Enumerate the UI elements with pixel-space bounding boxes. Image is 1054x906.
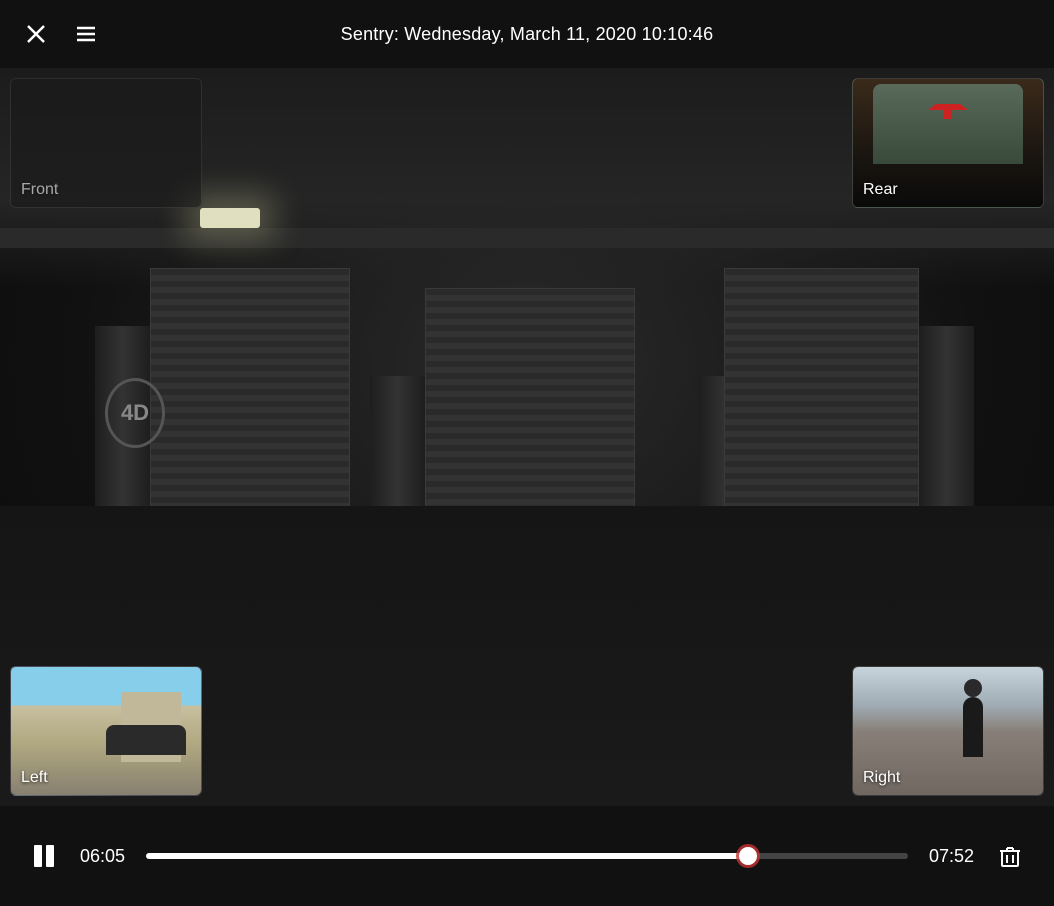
menu-button[interactable] — [70, 18, 102, 50]
ceiling-bar — [0, 228, 1054, 248]
top-bar: Sentry: Wednesday, March 11, 2020 10:10:… — [0, 0, 1054, 68]
right-camera-thumbnail[interactable]: Right — [852, 666, 1044, 796]
left-camera-label: Left — [21, 769, 48, 787]
left-camera-thumbnail[interactable]: Left — [10, 666, 202, 796]
section-marker: 4D — [105, 378, 165, 448]
control-bar: 06:05 07:52 — [0, 806, 1054, 906]
scrubber-thumb[interactable] — [739, 847, 757, 865]
total-time: 07:52 — [924, 846, 974, 867]
play-pause-button[interactable] — [24, 836, 64, 876]
light-fixture — [200, 208, 260, 228]
video-title: Sentry: Wednesday, March 11, 2020 10:10:… — [341, 24, 714, 45]
right-person — [963, 697, 983, 757]
rear-camera-label: Rear — [863, 181, 898, 199]
left-car — [106, 725, 186, 755]
rear-windshield — [873, 84, 1023, 164]
right-camera-label: Right — [863, 769, 900, 787]
main-video-area: 4D Front Rear Left Right — [0, 68, 1054, 806]
pause-icon — [30, 842, 58, 870]
rear-camera-thumbnail[interactable]: Rear — [852, 78, 1044, 208]
trash-icon — [997, 843, 1023, 869]
front-camera-label: Front — [21, 181, 58, 199]
scrubber[interactable] — [146, 853, 908, 859]
close-button[interactable] — [20, 18, 52, 50]
tesla-logo — [928, 104, 968, 119]
scrubber-fill — [146, 853, 748, 859]
delete-button[interactable] — [990, 836, 1030, 876]
current-time: 06:05 — [80, 846, 130, 867]
front-camera-thumbnail[interactable]: Front — [10, 78, 202, 208]
